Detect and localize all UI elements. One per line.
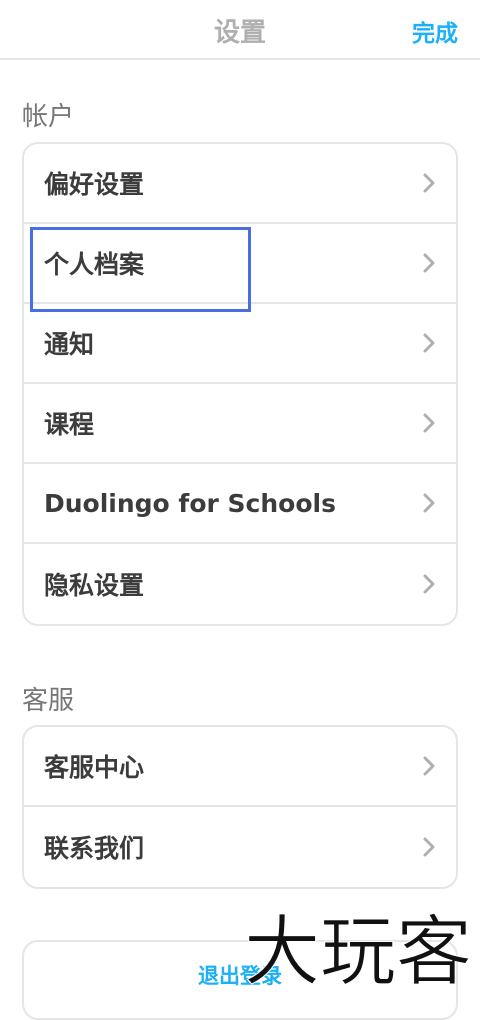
settings-item-duolingo-for-schools[interactable]: Duolingo for Schools [24, 464, 456, 544]
account-settings-card: 偏好设置 个人档案 通知 课程 Duolingo for Schools 隐私设… [22, 142, 458, 626]
settings-item-notifications[interactable]: 通知 [24, 304, 456, 384]
settings-item-label: 联系我们 [44, 834, 145, 863]
page-title: 设置 [213, 18, 266, 48]
settings-item-label: 客服中心 [44, 753, 145, 782]
settings-item-label: Duolingo for Schools [44, 488, 336, 518]
done-button[interactable]: 完成 [412, 14, 458, 48]
settings-item-label: 课程 [44, 410, 95, 439]
settings-item-help-center[interactable]: 客服中心 [24, 727, 456, 807]
settings-item-label: 偏好设置 [44, 170, 145, 199]
settings-item-profile[interactable]: 个人档案 [24, 224, 456, 304]
chevron-right-icon [423, 493, 435, 513]
settings-item-courses[interactable]: 课程 [24, 384, 456, 464]
chevron-right-icon [423, 413, 435, 433]
section-label-support: 客服 [22, 686, 75, 716]
watermark-text: 大玩客 [244, 907, 472, 988]
top-bar: 设置 完成 [0, 0, 480, 60]
settings-item-label: 隐私设置 [44, 571, 145, 600]
chevron-right-icon [423, 173, 435, 193]
settings-item-label: 个人档案 [44, 250, 145, 279]
chevron-right-icon [423, 574, 435, 594]
settings-item-contact-us[interactable]: 联系我们 [24, 807, 456, 887]
settings-item-label: 通知 [44, 330, 95, 359]
settings-item-preferences[interactable]: 偏好设置 [24, 144, 456, 224]
support-card: 客服中心 联系我们 [22, 725, 458, 889]
chevron-right-icon [423, 253, 435, 273]
chevron-right-icon [423, 837, 435, 857]
watermark-logo: 大玩客 [244, 907, 473, 989]
section-label-account: 帐户 [22, 102, 75, 132]
chevron-right-icon [423, 333, 435, 353]
chevron-right-icon [423, 756, 435, 776]
settings-item-privacy[interactable]: 隐私设置 [24, 544, 456, 624]
